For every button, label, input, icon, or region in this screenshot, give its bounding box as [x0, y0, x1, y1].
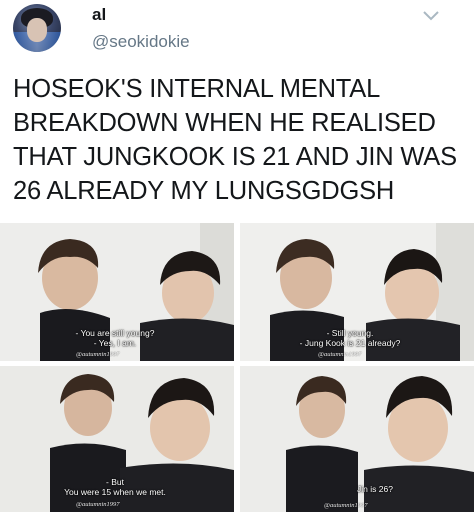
subtitle-line: You were 15 when we met. [64, 487, 166, 497]
watermark: @autumnin1997 [76, 351, 120, 358]
subtitle-line: Jin is 26? [357, 484, 393, 494]
image-grid[interactable]: - You are still young? - Yes, I am. @aut… [0, 223, 474, 512]
subtitle-line: - Still young. [326, 328, 374, 338]
chevron-down-icon[interactable] [421, 8, 441, 24]
subtitle-line: - Jung Kook is 21 already? [299, 338, 401, 348]
watermark: @autumnin1997 [318, 351, 362, 358]
avatar[interactable] [13, 4, 61, 52]
subtitle-line: - Yes, I am. [93, 338, 137, 348]
display-name[interactable]: al [92, 5, 106, 25]
photo-panel-4[interactable]: Jin is 26? @autumnin1997 [240, 366, 474, 512]
user-handle[interactable]: @seokidokie [92, 32, 190, 52]
watermark: @autumnin1997 [324, 502, 368, 509]
photo-panel-3[interactable]: - But You were 15 when we met. @autumnin… [0, 366, 234, 512]
subtitle-line: - You are still young? [75, 328, 155, 338]
photo-panel-2[interactable]: - Still young. - Jung Kook is 21 already… [240, 223, 474, 361]
avatar-face [27, 18, 47, 42]
photo-panel-1[interactable]: - You are still young? - Yes, I am. @aut… [0, 223, 234, 361]
watermark: @autumnin1997 [76, 501, 120, 508]
subtitle-line: - But [106, 477, 124, 487]
tweet-text: HOSEOK'S INTERNAL MENTAL BREAKDOWN WHEN … [13, 75, 457, 205]
